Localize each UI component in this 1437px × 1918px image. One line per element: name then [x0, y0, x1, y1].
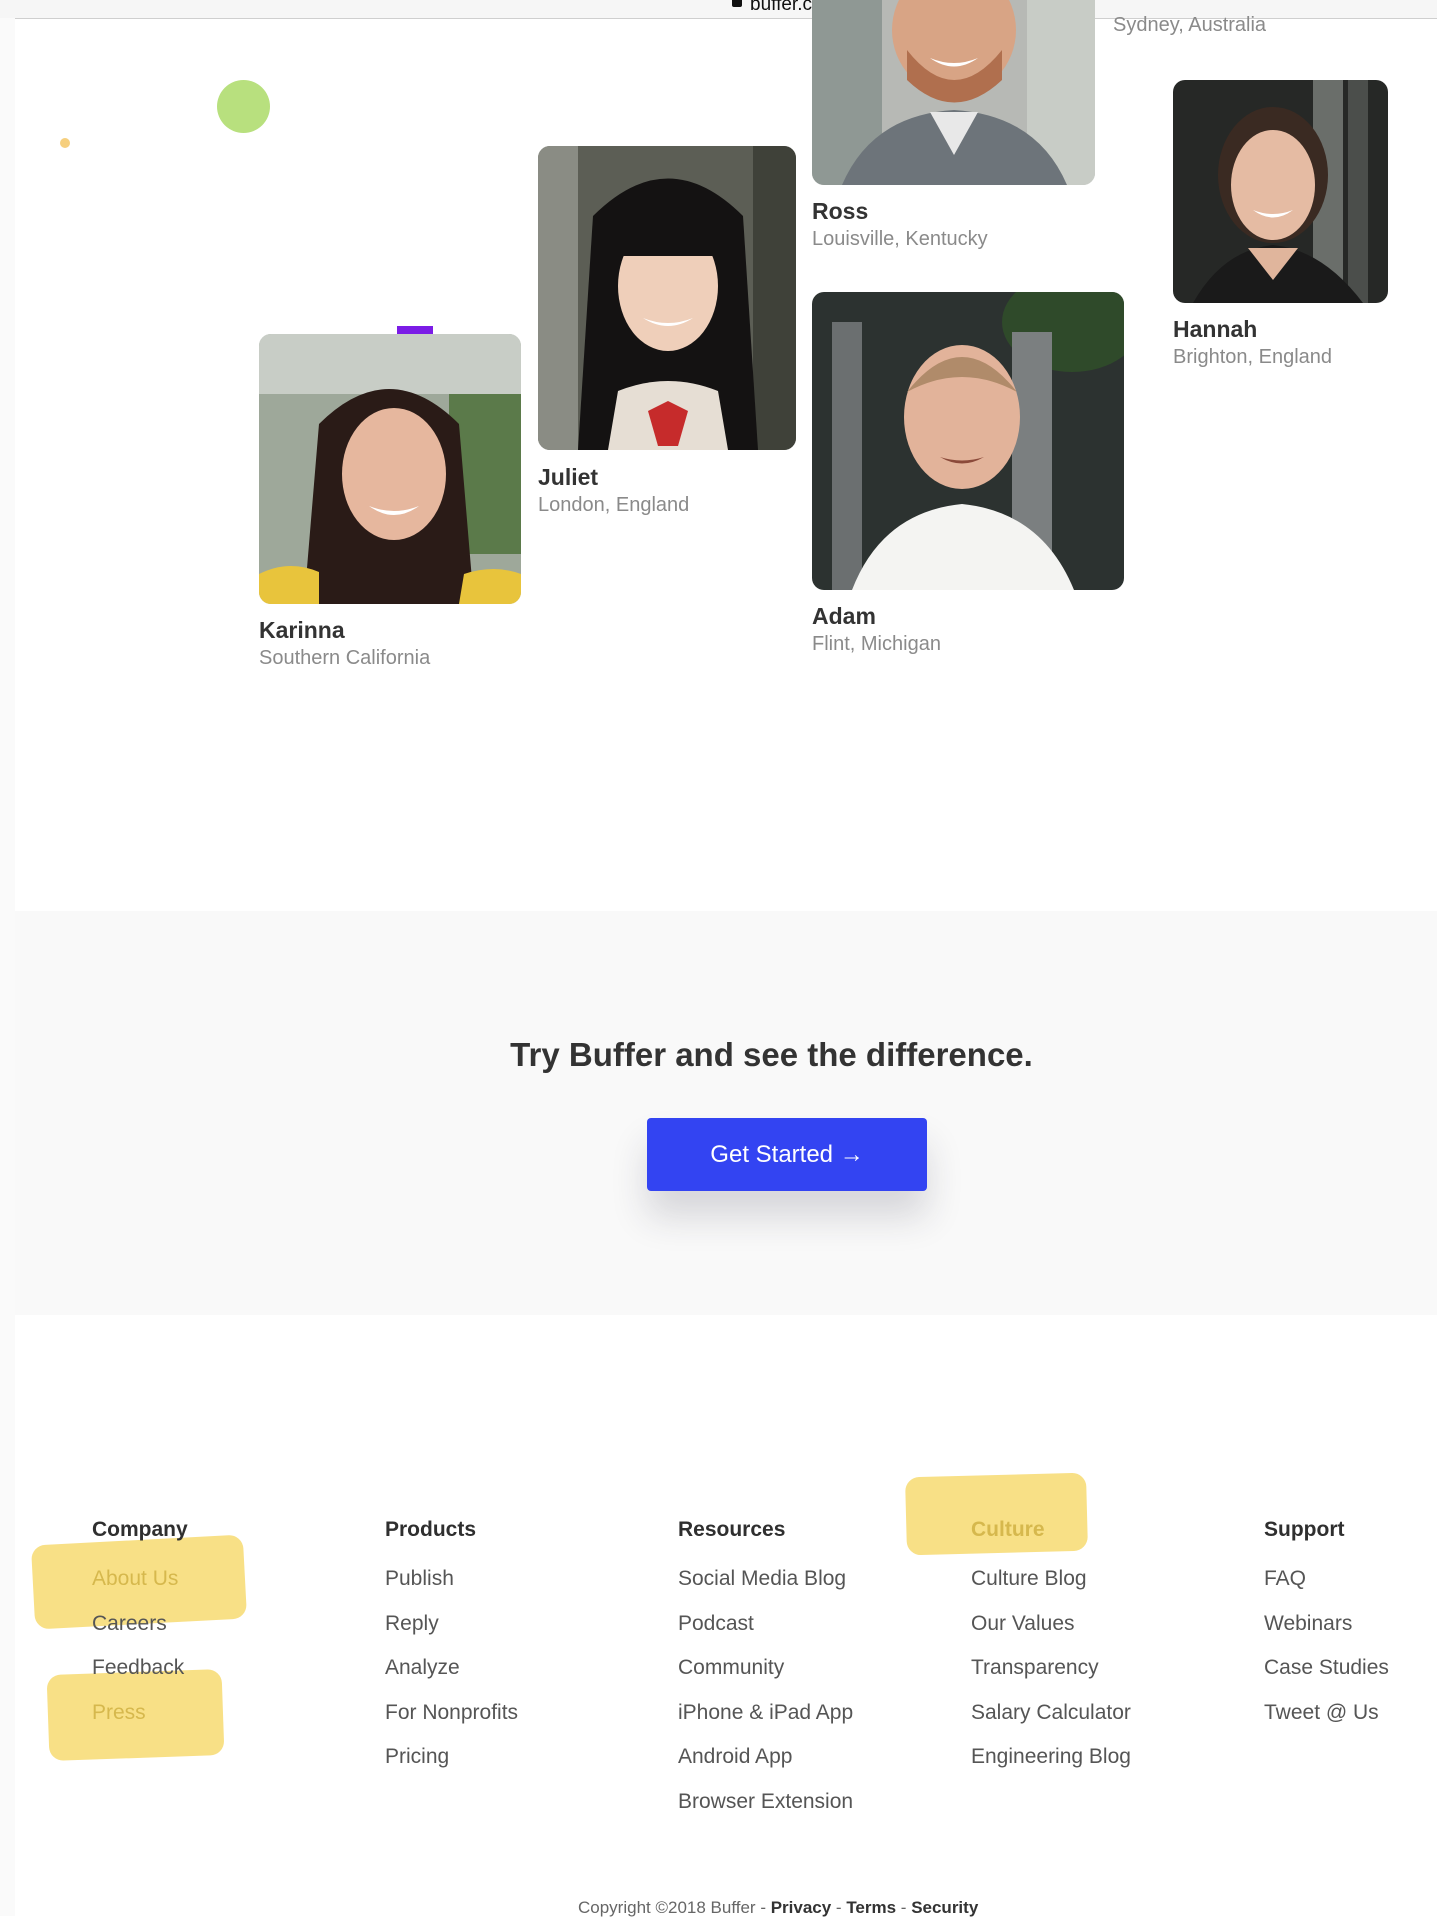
separator: -	[896, 1898, 912, 1917]
privacy-link[interactable]: Privacy	[771, 1898, 832, 1917]
team-member-name: Ross	[812, 198, 869, 224]
get-started-button[interactable]: Get Started →	[647, 1118, 927, 1191]
footer-heading-culture: Culture	[971, 1518, 1045, 1541]
juliet-photo	[538, 146, 796, 450]
footer-link-our-values[interactable]: Our Values	[971, 1612, 1075, 1636]
footer-link-browser-extension[interactable]: Browser Extension	[678, 1790, 853, 1814]
footer-link-engineering-blog[interactable]: Engineering Blog	[971, 1745, 1131, 1769]
team-member-name: Adam	[812, 603, 876, 629]
cta-title: Try Buffer and see the difference.	[510, 1036, 1033, 1073]
footer-link-community[interactable]: Community	[678, 1656, 784, 1680]
footer-link-case-studies[interactable]: Case Studies	[1264, 1656, 1389, 1680]
copyright-text: Copyright ©2018 Buffer -	[578, 1898, 771, 1917]
footer-link-pricing[interactable]: Pricing	[385, 1745, 449, 1769]
footer-link-feedback[interactable]: Feedback	[92, 1656, 184, 1680]
footer-link-webinars[interactable]: Webinars	[1264, 1612, 1352, 1636]
copyright-line: Copyright ©2018 Buffer - Privacy - Terms…	[578, 1898, 978, 1918]
footer-link-reply[interactable]: Reply	[385, 1612, 439, 1636]
team-member-location: Southern California	[259, 647, 431, 669]
karinna-photo	[259, 334, 521, 604]
team-member-location: Louisville, Kentucky	[812, 228, 988, 250]
footer-link-faq[interactable]: FAQ	[1264, 1567, 1306, 1591]
footer-link-culture-blog[interactable]: Culture Blog	[971, 1567, 1087, 1591]
team-member-name: Juliet	[538, 464, 599, 490]
page-left-edge	[0, 18, 15, 1916]
ross-photo	[812, 0, 1095, 185]
footer-link-about-us[interactable]: About Us	[92, 1567, 178, 1591]
footer-link-transparency[interactable]: Transparency	[971, 1656, 1099, 1680]
security-link[interactable]: Security	[911, 1898, 978, 1917]
team-member-location: Flint, Michigan	[812, 633, 941, 655]
footer-link-podcast[interactable]: Podcast	[678, 1612, 754, 1636]
highlight-culture	[905, 1472, 1088, 1556]
footer-heading-company: Company	[92, 1518, 188, 1541]
cta-section: Try Buffer and see the difference. Get S…	[15, 911, 1437, 1315]
adam-photo	[812, 292, 1124, 590]
yellow-dot-decoration	[60, 138, 70, 148]
footer-link-publish[interactable]: Publish	[385, 1567, 454, 1591]
hannah-photo	[1173, 80, 1388, 303]
footer-heading-support: Support	[1264, 1518, 1345, 1541]
footer-link-iphone-ipad-app[interactable]: iPhone & iPad App	[678, 1701, 853, 1725]
team-member-location: London, England	[538, 494, 690, 516]
lock-icon	[732, 0, 742, 7]
footer-heading-resources: Resources	[678, 1518, 786, 1541]
footer-link-for-nonprofits[interactable]: For Nonprofits	[385, 1701, 518, 1725]
footer-link-salary-calculator[interactable]: Salary Calculator	[971, 1701, 1131, 1725]
footer-heading-products: Products	[385, 1518, 477, 1541]
footer-link-analyze[interactable]: Analyze	[385, 1656, 460, 1680]
partial-location-text: Sydney, Australia	[1113, 14, 1267, 36]
footer-link-android-app[interactable]: Android App	[678, 1745, 792, 1769]
terms-link[interactable]: Terms	[846, 1898, 896, 1917]
footer-link-press[interactable]: Press	[92, 1701, 146, 1725]
footer-link-tweet-us[interactable]: Tweet @ Us	[1264, 1701, 1379, 1725]
team-member-name: Hannah	[1173, 316, 1258, 342]
green-circle-decoration	[217, 80, 270, 133]
footer-link-social-media-blog[interactable]: Social Media Blog	[678, 1567, 846, 1591]
separator: -	[831, 1898, 847, 1917]
team-member-name: Karinna	[259, 617, 345, 643]
footer-link-careers[interactable]: Careers	[92, 1612, 167, 1636]
team-member-location: Brighton, England	[1173, 346, 1333, 368]
